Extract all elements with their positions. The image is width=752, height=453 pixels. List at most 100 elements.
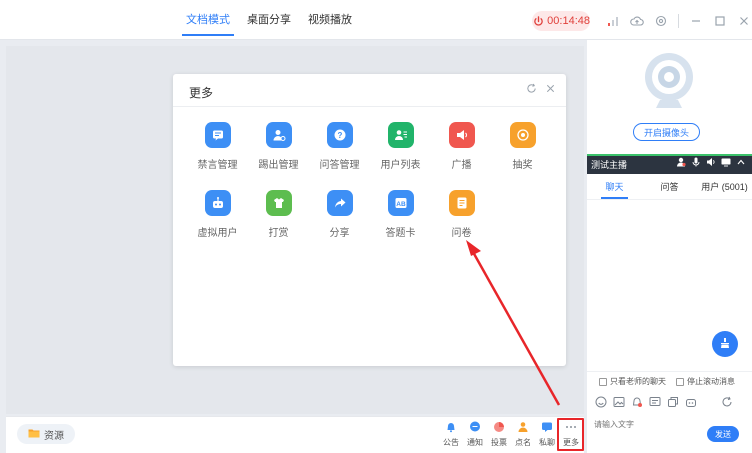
- tool-roll-call[interactable]: 点名: [511, 420, 535, 448]
- item-virtual-user[interactable]: 虚拟用户: [187, 190, 248, 239]
- refresh-icon[interactable]: [526, 83, 537, 97]
- pie-chart-icon: [492, 420, 506, 434]
- timer-text: 00:14:48: [547, 15, 590, 27]
- item-label: 问卷: [451, 228, 472, 239]
- right-panel: 开启摄像头 测试主播 聊天 问答 用户 (5001) 只看老师的聊天 停止滚动消…: [587, 40, 752, 453]
- item-label: 踢出管理: [258, 160, 299, 171]
- refresh-icon[interactable]: [721, 396, 733, 411]
- close-icon[interactable]: [737, 14, 751, 28]
- tool-label: 私聊: [539, 438, 555, 447]
- more-dialog: 更多 禁言管理 踢出管理 ? 问答管理 用户列表 广播 抽奖 虚拟用户 打赏 分…: [173, 74, 566, 366]
- share-icon: [326, 190, 353, 216]
- item-label: 用户列表: [380, 160, 421, 171]
- item-user-list[interactable]: 用户列表: [370, 122, 431, 171]
- robot-icon: [204, 190, 231, 216]
- host-label: 测试主播: [591, 159, 628, 170]
- item-answer-card[interactable]: AB 答题卡: [370, 190, 431, 239]
- tab-users[interactable]: 用户 (5001): [697, 174, 752, 199]
- tab-qa[interactable]: 问答: [642, 174, 697, 199]
- clean-brush-icon: [719, 337, 731, 352]
- item-qa-manage[interactable]: ? 问答管理: [309, 122, 370, 171]
- tool-vote[interactable]: 投票: [487, 420, 511, 448]
- tool-label: 点名: [515, 438, 531, 447]
- item-label: 抽奖: [512, 160, 533, 171]
- camera-area: 开启摄像头: [587, 40, 752, 154]
- message-input[interactable]: [594, 416, 704, 432]
- mute-manage-icon: [204, 122, 231, 148]
- signal-icon[interactable]: [606, 14, 620, 28]
- stop-scroll-checkbox[interactable]: 停止滚动消息: [676, 376, 735, 387]
- item-label: 问答管理: [319, 160, 360, 171]
- upload-cloud-icon[interactable]: [630, 14, 644, 28]
- item-lottery[interactable]: 抽奖: [492, 122, 553, 171]
- top-bar: 文档模式 桌面分享 视频播放 00:14:48: [0, 0, 752, 40]
- item-broadcast[interactable]: 广播: [431, 122, 492, 171]
- item-mute-manage[interactable]: 禁言管理: [187, 122, 248, 171]
- chat-filters: 只看老师的聊天 停止滚动消息: [587, 371, 752, 391]
- more-feature-grid: 禁言管理 踢出管理 ? 问答管理 用户列表 广播 抽奖 虚拟用户 打赏 分享 A…: [187, 122, 553, 239]
- checkbox-label: 停止滚动消息: [687, 377, 735, 386]
- tab-video-play[interactable]: 视频播放: [302, 0, 358, 40]
- copy-icon[interactable]: [667, 396, 679, 411]
- webcam-icon: [642, 50, 696, 117]
- minimize-icon[interactable]: [689, 14, 703, 28]
- open-camera-button[interactable]: 开启摄像头: [633, 123, 700, 141]
- item-label: 禁言管理: [197, 160, 238, 171]
- send-button[interactable]: 发送: [707, 426, 739, 442]
- svg-text:?: ?: [337, 131, 342, 140]
- class-tools-button[interactable]: [712, 331, 738, 357]
- screen-icon[interactable]: [721, 157, 731, 169]
- item-label: 虚拟用户: [197, 228, 238, 239]
- image-icon[interactable]: [613, 396, 625, 411]
- tab-desktop-share[interactable]: 桌面分享: [241, 0, 297, 40]
- user-icon[interactable]: [676, 157, 686, 169]
- bot-icon[interactable]: [685, 396, 697, 411]
- chat-tabs: 聊天 问答 用户 (5001): [587, 174, 752, 200]
- item-label: 打赏: [268, 228, 289, 239]
- tool-label: 通知: [467, 438, 483, 447]
- item-label: 广播: [451, 160, 472, 171]
- bell-icon: [444, 420, 458, 434]
- dialog-divider: [173, 106, 566, 107]
- qa-icon: ?: [326, 122, 353, 148]
- item-reward[interactable]: 打赏: [248, 190, 309, 239]
- bottom-toolbar: 资源 公告 通知 投票 点名 私聊 更多: [6, 416, 584, 453]
- only-teacher-checkbox[interactable]: 只看老师的聊天: [599, 376, 666, 387]
- live-timer[interactable]: 00:14:48: [532, 11, 590, 31]
- checkbox-box: [599, 377, 607, 386]
- quick-reply-icon[interactable]: [649, 396, 661, 411]
- chevron-up-icon[interactable]: [736, 157, 746, 169]
- checkbox-label: 只看老师的聊天: [610, 377, 666, 386]
- ban-chat-icon[interactable]: [631, 396, 643, 411]
- answer-card-icon: AB: [387, 190, 414, 216]
- microphone-icon[interactable]: [691, 157, 701, 169]
- svg-text:AB: AB: [396, 201, 406, 208]
- mode-tabs: 文档模式 桌面分享 视频播放: [180, 0, 363, 40]
- dialog-title: 更多: [189, 86, 214, 100]
- item-share[interactable]: 分享: [309, 190, 370, 239]
- gear-icon[interactable]: [654, 14, 668, 28]
- item-questionnaire[interactable]: 问卷: [431, 190, 492, 239]
- chat-bubble-icon: [468, 420, 482, 434]
- maximize-icon[interactable]: [713, 14, 727, 28]
- kick-user-icon: [265, 122, 292, 148]
- tool-announcement[interactable]: 公告: [439, 420, 463, 448]
- broadcast-icon: [448, 122, 475, 148]
- user-list-icon: [387, 122, 414, 148]
- speaker-icon[interactable]: [706, 157, 716, 169]
- tool-label: 公告: [443, 438, 459, 447]
- resource-button[interactable]: 资源: [17, 424, 75, 444]
- tool-notice[interactable]: 通知: [463, 420, 487, 448]
- emoji-icon[interactable]: [595, 396, 607, 411]
- input-toolbar: [587, 394, 752, 412]
- host-bar: 测试主播: [587, 154, 752, 174]
- power-icon: [532, 14, 544, 28]
- gift-icon: [265, 190, 292, 216]
- questionnaire-icon: [448, 190, 475, 216]
- tab-chat[interactable]: 聊天: [587, 174, 642, 199]
- tool-private-chat[interactable]: 私聊: [535, 420, 559, 448]
- tab-document-mode[interactable]: 文档模式: [180, 0, 236, 40]
- item-kick-manage[interactable]: 踢出管理: [248, 122, 309, 171]
- private-chat-icon: [540, 420, 554, 434]
- dialog-close-icon[interactable]: [545, 83, 556, 97]
